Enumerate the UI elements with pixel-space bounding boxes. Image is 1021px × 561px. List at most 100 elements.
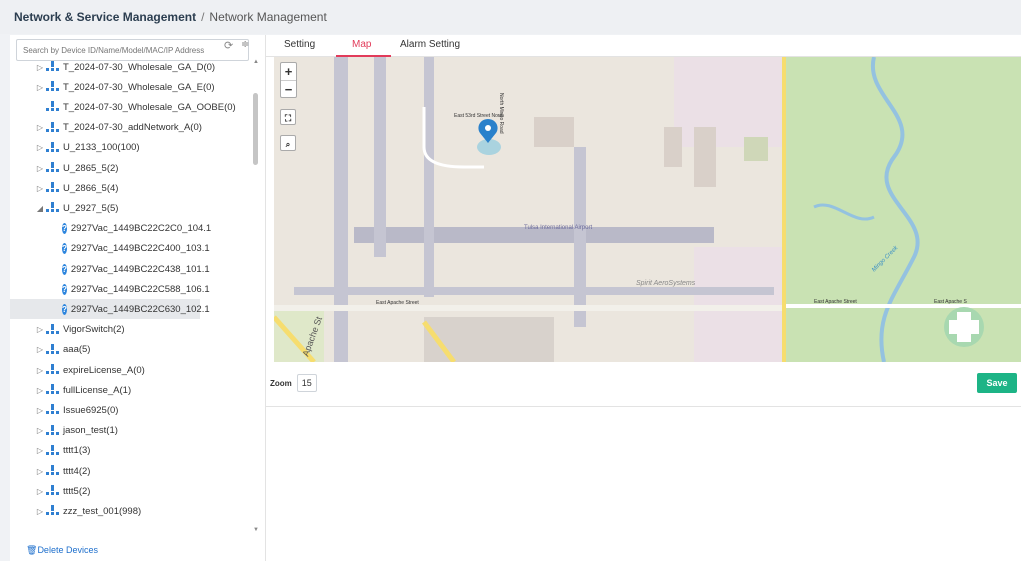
tree-item-label: 2927Vac_1449BC22C400_103.1 bbox=[70, 243, 210, 255]
expand-caret-icon[interactable]: ▷ bbox=[34, 426, 46, 435]
refresh-icon[interactable]: ⟳ bbox=[224, 39, 233, 52]
breadcrumb-current: Network Management bbox=[209, 10, 327, 24]
tree-device-item[interactable]: ? 2927Vac_1449BC22C438_101.1 bbox=[10, 259, 210, 279]
tree-item-label: 2927Vac_1449BC22C588_106.1 bbox=[70, 283, 210, 295]
scroll-up-arrow[interactable]: ▲ bbox=[253, 59, 259, 65]
network-icon bbox=[46, 384, 60, 396]
expand-caret-icon[interactable]: ▷ bbox=[34, 487, 46, 496]
scroll-down-arrow[interactable]: ▼ bbox=[253, 527, 259, 533]
street-label-apache-e: East Apache Street bbox=[814, 299, 857, 305]
tab-map[interactable]: Map bbox=[352, 39, 371, 50]
search-input[interactable] bbox=[17, 45, 207, 55]
expand-caret-icon[interactable]: ▷ bbox=[34, 386, 46, 395]
zoom-input[interactable]: 15 bbox=[296, 374, 317, 392]
expand-caret-icon[interactable]: ▷ bbox=[34, 446, 46, 455]
trash-icon: 🗑 bbox=[26, 545, 38, 555]
fullscreen-button[interactable]: ⛶ bbox=[280, 109, 296, 125]
network-icon bbox=[46, 343, 60, 356]
tree-item-label: tttt5(2) bbox=[63, 485, 91, 497]
expand-caret-icon[interactable]: ▷ bbox=[34, 325, 46, 334]
network-icon bbox=[46, 141, 60, 154]
map-zoom-control: + − bbox=[280, 62, 297, 98]
network-icon bbox=[46, 101, 60, 113]
tree-device-item[interactable]: ? 2927Vac_1449BC22C588_106.1 bbox=[10, 279, 210, 299]
network-icon bbox=[46, 202, 60, 214]
tree-network-item[interactable]: ▷ U_2133_100(100) bbox=[10, 138, 140, 158]
save-button[interactable]: Save bbox=[977, 373, 1017, 393]
tree-network-item[interactable]: ▷ aaa(5) bbox=[10, 340, 90, 360]
tree-network-item[interactable]: ▷ tttt5(2) bbox=[10, 481, 90, 501]
tree-item-label: Issue6925(0) bbox=[63, 404, 119, 416]
tree-network-item[interactable]: ◢ U_2927_5(5) bbox=[10, 198, 118, 218]
tree-item-label: expireLicense_A(0) bbox=[63, 364, 145, 376]
expand-caret-icon[interactable]: ▷ bbox=[34, 345, 46, 354]
tree-item-label: fullLicense_A(1) bbox=[63, 384, 132, 396]
expand-caret-icon[interactable]: ▷ bbox=[34, 143, 46, 152]
tree-network-item[interactable]: ▷ expireLicense_A(0) bbox=[10, 360, 145, 380]
tab-bar: Setting Map Alarm Setting bbox=[266, 35, 1021, 57]
network-icon bbox=[46, 81, 60, 93]
expand-caret-icon[interactable]: ▷ bbox=[34, 164, 46, 173]
search-icon: ⌕ bbox=[285, 140, 291, 149]
tree-network-item[interactable]: ▷ fullLicense_A(1) bbox=[10, 380, 131, 400]
details-panel: Setting Map Alarm Setting Tulsa Internat… bbox=[266, 35, 1021, 561]
network-icon bbox=[46, 505, 60, 517]
expand-caret-icon[interactable]: ▷ bbox=[34, 123, 46, 132]
tree-item-label: T_2024-07-30_Wholesale_GA_D(0) bbox=[63, 61, 216, 73]
tree-network-item[interactable]: ▷ T_2024-07-30_Wholesale_GA_D(0) bbox=[10, 57, 215, 77]
network-icon bbox=[46, 182, 60, 194]
tree-item-label: T_2024-07-30_Wholesale_GA_E(0) bbox=[63, 81, 215, 93]
network-icon bbox=[46, 465, 60, 477]
tree-device-item[interactable]: ? 2927Vac_1449BC22C630_102.1 bbox=[10, 299, 210, 320]
zoom-label: Zoom bbox=[270, 378, 292, 388]
tree-network-item[interactable]: ▷ jason_test(1) bbox=[10, 421, 118, 441]
tree-scrollbar-thumb[interactable] bbox=[253, 93, 258, 165]
tree-network-item[interactable]: ▷ zzz_test_001(998) bbox=[10, 501, 141, 521]
tree-item-label: U_2865_5(2) bbox=[63, 162, 119, 174]
zoom-out-button[interactable]: − bbox=[281, 80, 296, 97]
street-label-apache-far: East Apache S bbox=[934, 299, 967, 305]
expand-caret-icon[interactable]: ◢ bbox=[34, 204, 46, 213]
tree-item-label: T_2024-07-30_Wholesale_GA_OOBE(0) bbox=[63, 101, 236, 113]
tree-network-item[interactable]: ▷ tttt4(2) bbox=[10, 461, 90, 481]
map-view[interactable]: Tulsa International Airport Spirit AeroS… bbox=[274, 57, 1021, 362]
network-icon bbox=[46, 404, 60, 416]
street-label-apache-w: East Apache Street bbox=[376, 300, 419, 306]
tree-item-label: 2927Vac_1449BC22C438_101.1 bbox=[70, 263, 210, 275]
device-status-icon: ? bbox=[62, 263, 67, 275]
tree-network-item[interactable]: ▷ VigorSwitch(2) bbox=[10, 320, 125, 340]
tab-setting[interactable]: Setting bbox=[284, 39, 315, 50]
expand-caret-icon[interactable]: ▷ bbox=[34, 406, 46, 415]
expand-caret-icon[interactable]: ▷ bbox=[34, 83, 46, 92]
expand-caret-icon[interactable]: ▷ bbox=[34, 366, 46, 375]
tree-item-label: U_2927_5(5) bbox=[63, 202, 119, 214]
breadcrumb-main[interactable]: Network & Service Management bbox=[14, 10, 196, 24]
network-icon bbox=[46, 444, 60, 457]
tree-network-item[interactable]: ▷ U_2865_5(2) bbox=[10, 158, 118, 178]
tree-device-item[interactable]: ? 2927Vac_1449BC22C400_103.1 bbox=[10, 239, 210, 259]
device-tree: ▷ T_2024-07-30_Wholesale_GA_D(0) ▷ T_2024-0… bbox=[10, 57, 256, 547]
building-area bbox=[674, 57, 784, 147]
tree-network-item[interactable]: ▷ T_2024-07-30_addNetwork_A(0) bbox=[10, 118, 202, 138]
delete-devices-button[interactable]: 🗑Delete Devices bbox=[26, 545, 98, 556]
map-search-button[interactable]: ⌕ bbox=[280, 135, 296, 151]
filter-icon[interactable]: ≑ bbox=[241, 39, 249, 50]
zoom-in-button[interactable]: + bbox=[281, 63, 296, 80]
tree-network-item[interactable]: ▷ tttt1(3) bbox=[10, 441, 90, 461]
tree-item-label: tttt4(2) bbox=[63, 465, 91, 477]
tree-item-label: U_2133_100(100) bbox=[63, 142, 140, 154]
tree-network-item[interactable]: ▷ T_2024-07-30_Wholesale_GA_E(0) bbox=[10, 77, 215, 97]
expand-caret-icon[interactable]: ▷ bbox=[34, 507, 46, 516]
tree-network-item[interactable]: ▷ Issue6925(0) bbox=[10, 400, 118, 420]
tree-network-item[interactable]: ▷ U_2866_5(4) bbox=[10, 178, 118, 198]
expand-caret-icon[interactable]: ▷ bbox=[34, 467, 46, 476]
spirit-label: Spirit AeroSystems bbox=[636, 280, 696, 287]
network-icon bbox=[46, 162, 60, 174]
street-label-mingo: North Mingo Road bbox=[498, 93, 504, 134]
tab-alarm-setting[interactable]: Alarm Setting bbox=[400, 39, 460, 50]
tree-network-item[interactable]: T_2024-07-30_Wholesale_GA_OOBE(0) bbox=[10, 97, 236, 117]
expand-caret-icon[interactable]: ▷ bbox=[34, 63, 46, 72]
expand-caret-icon[interactable]: ▷ bbox=[34, 184, 46, 193]
tree-device-item[interactable]: ? 2927Vac_1449BC22C2C0_104.1 bbox=[10, 219, 211, 239]
tree-item-label: 2927Vac_1449BC22C2C0_104.1 bbox=[70, 223, 212, 235]
